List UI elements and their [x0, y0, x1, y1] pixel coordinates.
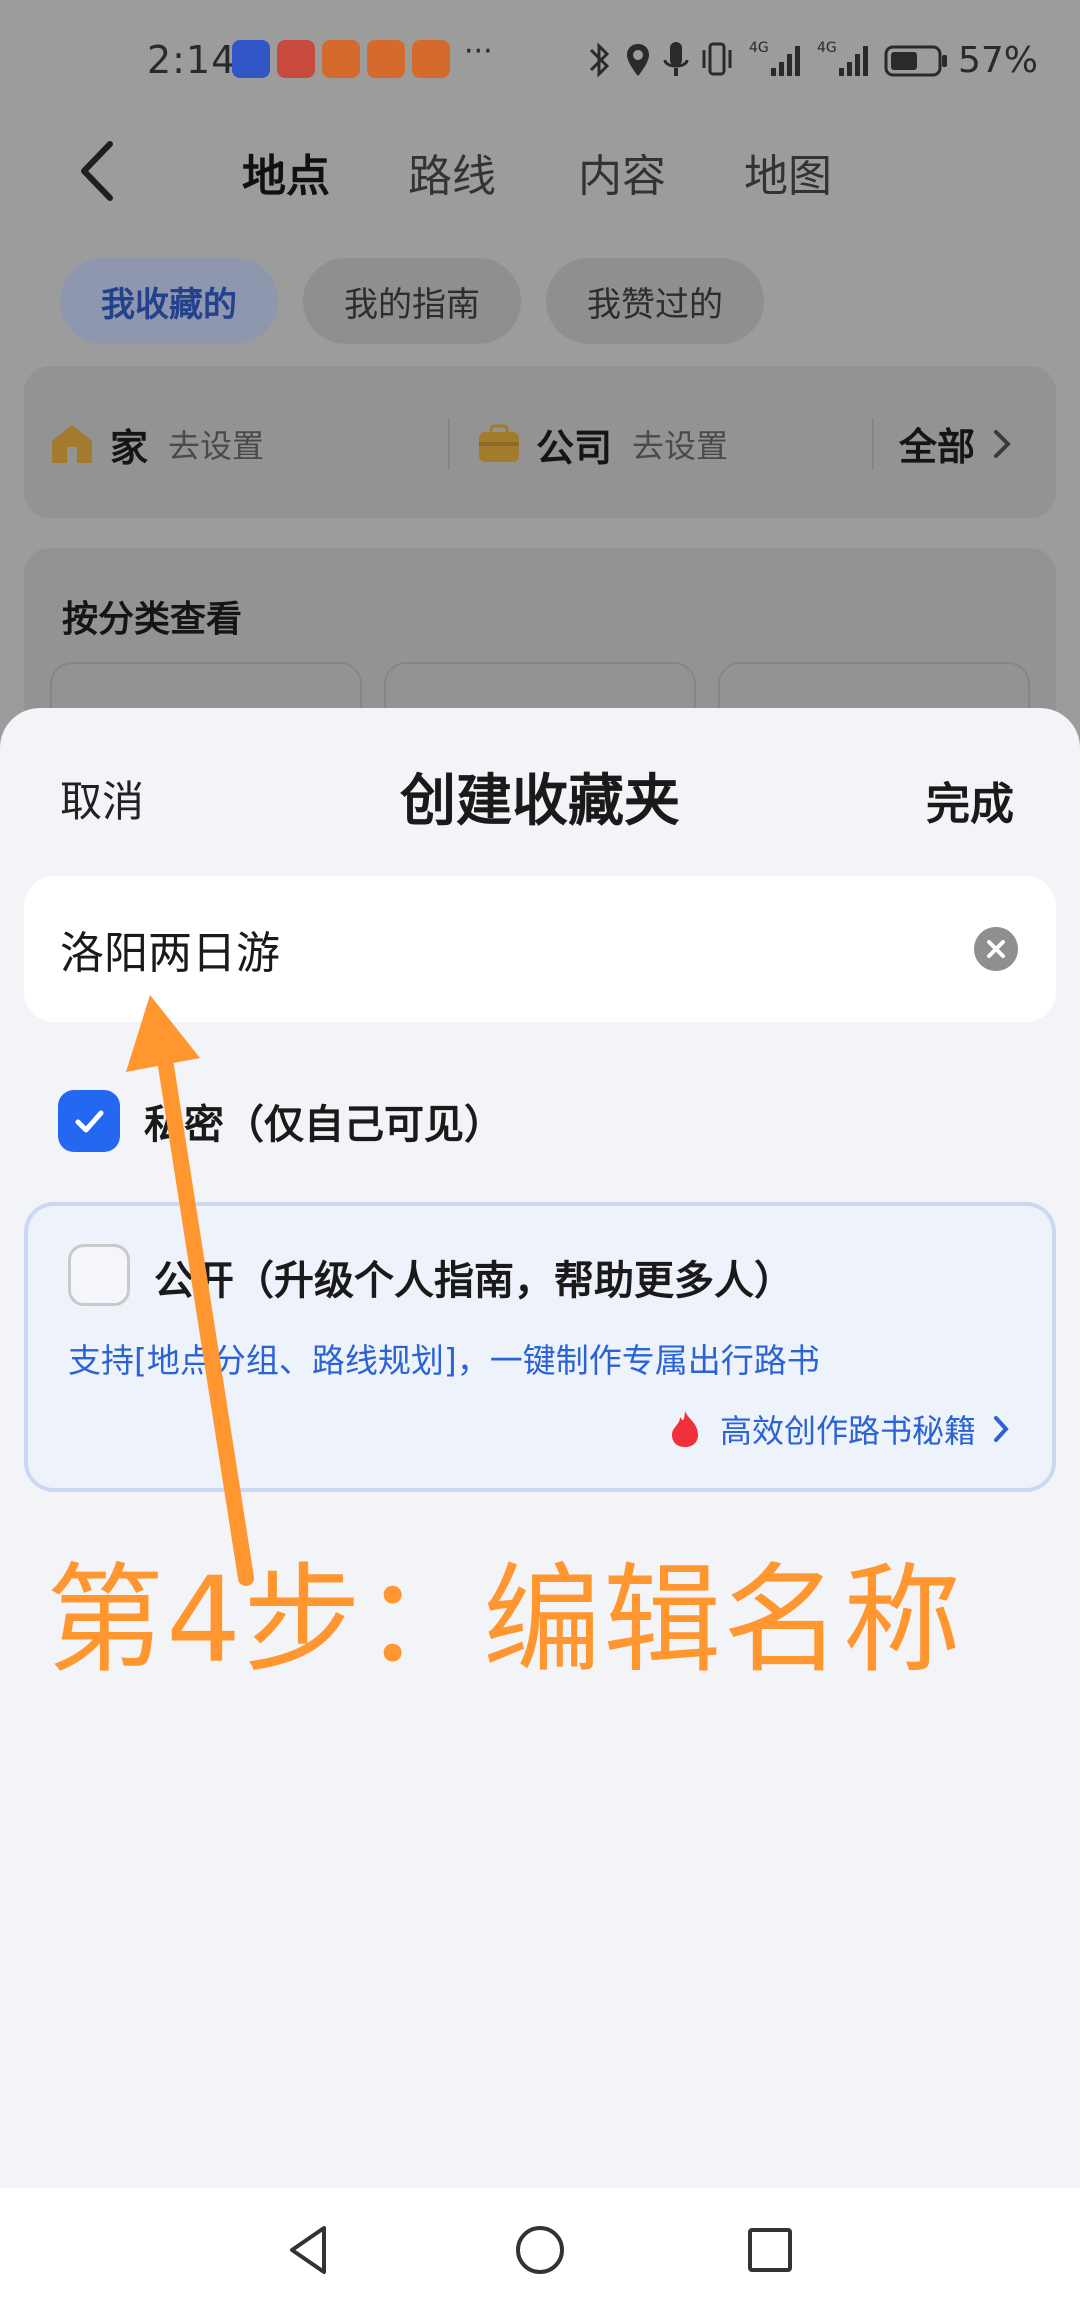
- background-page: 2:14 ··· 4G 4G 57% 地点 路线 内容 地图 我收藏的 我的指南…: [0, 0, 1080, 802]
- category-title: 按分类查看: [62, 599, 243, 640]
- microphone-icon: [663, 42, 689, 76]
- guide-tips-label: 高效创作路书秘籍: [720, 1412, 977, 1450]
- chip-my-favorites[interactable]: 我收藏的: [60, 258, 278, 344]
- recents-square-icon[interactable]: [740, 2220, 800, 2280]
- app-notification-icon: [367, 40, 405, 78]
- check-icon: [75, 1110, 104, 1133]
- all-label: 全部: [899, 425, 976, 469]
- status-time: 2:14: [147, 38, 237, 82]
- vibrate-icon: [702, 42, 732, 76]
- public-label: 公开（升级个人指南，帮助更多人）: [154, 1258, 794, 1304]
- filter-chips: 我收藏的 我的指南 我赞过的: [0, 258, 1080, 344]
- quick-places-card: 家 去设置 公司 去设置 全部: [24, 366, 1056, 518]
- done-button[interactable]: 完成: [926, 768, 1014, 832]
- tab-places[interactable]: 地点: [242, 140, 330, 204]
- home-shortcut[interactable]: 家 去设置: [48, 416, 264, 472]
- all-places-link[interactable]: 全部: [899, 416, 1017, 471]
- folder-name-input[interactable]: [60, 876, 960, 1022]
- signal-strength-icon: [839, 46, 868, 76]
- tab-map[interactable]: 地图: [744, 140, 832, 204]
- clear-icon[interactable]: [974, 927, 1018, 971]
- step-caption: 第4步：编辑名称: [46, 1551, 964, 1689]
- top-navigation: 地点 路线 内容 地图: [0, 120, 1080, 220]
- work-label: 公司: [536, 425, 613, 470]
- chip-my-guides[interactable]: 我的指南: [303, 258, 521, 344]
- system-navigation-bar: [0, 2188, 1080, 2310]
- public-checkbox[interactable]: [68, 1244, 130, 1306]
- app-notification-icon: [232, 40, 270, 78]
- sheet-title: 创建收藏夹: [400, 769, 680, 834]
- signal-strength-icon: [771, 46, 800, 76]
- status-bar: 2:14 ··· 4G 4G 57%: [0, 30, 1080, 96]
- tab-routes[interactable]: 路线: [408, 140, 496, 204]
- home-setup-link[interactable]: 去设置: [168, 421, 264, 467]
- divider: [872, 418, 874, 470]
- app-notification-icon: [277, 40, 315, 78]
- public-option-card[interactable]: 公开（升级个人指南，帮助更多人） 支持[地点分组、路线规划]，一键制作专属出行路…: [24, 1202, 1056, 1492]
- app-notification-icon: [412, 40, 450, 78]
- bluetooth-icon: [589, 42, 610, 78]
- more-notifications-icon: ···: [464, 34, 493, 69]
- battery-percent: 57%: [958, 40, 1039, 81]
- back-arrow-icon[interactable]: [70, 136, 126, 206]
- back-triangle-icon[interactable]: [280, 2220, 340, 2280]
- work-setup-link[interactable]: 去设置: [632, 421, 728, 467]
- work-shortcut[interactable]: 公司 去设置: [476, 416, 728, 472]
- flame-icon: [672, 1411, 698, 1447]
- chevron-right-icon: [994, 429, 1011, 458]
- tab-content[interactable]: 内容: [578, 140, 666, 204]
- folder-name-field: [24, 876, 1056, 1022]
- chevron-right-icon: [994, 1416, 1009, 1442]
- public-description: 支持[地点分组、路线规划]，一键制作专属出行路书: [68, 1341, 820, 1380]
- private-label: 私密（仅自己可见）: [144, 1102, 504, 1148]
- chip-my-likes[interactable]: 我赞过的: [546, 258, 764, 344]
- home-label: 家: [110, 425, 149, 470]
- home-icon: [52, 425, 92, 463]
- divider: [448, 418, 450, 470]
- cancel-button[interactable]: 取消: [60, 768, 144, 829]
- private-option[interactable]: 私密（仅自己可见）: [58, 1088, 504, 1154]
- guide-tips-link[interactable]: 高效创作路书秘籍: [668, 1406, 1014, 1452]
- location-icon: [627, 44, 649, 76]
- battery-icon: [884, 45, 947, 77]
- briefcase-icon: [479, 424, 519, 462]
- private-checkbox[interactable]: [58, 1090, 120, 1152]
- home-circle-icon[interactable]: [510, 2220, 570, 2280]
- create-folder-sheet: 创建收藏夹 取消 完成 私密（仅自己可见） 公开（升级个人指南，帮助更多人） 支…: [0, 708, 1080, 2188]
- app-notification-icon: [322, 40, 360, 78]
- sheet-header: 创建收藏夹 取消 完成: [0, 748, 1080, 838]
